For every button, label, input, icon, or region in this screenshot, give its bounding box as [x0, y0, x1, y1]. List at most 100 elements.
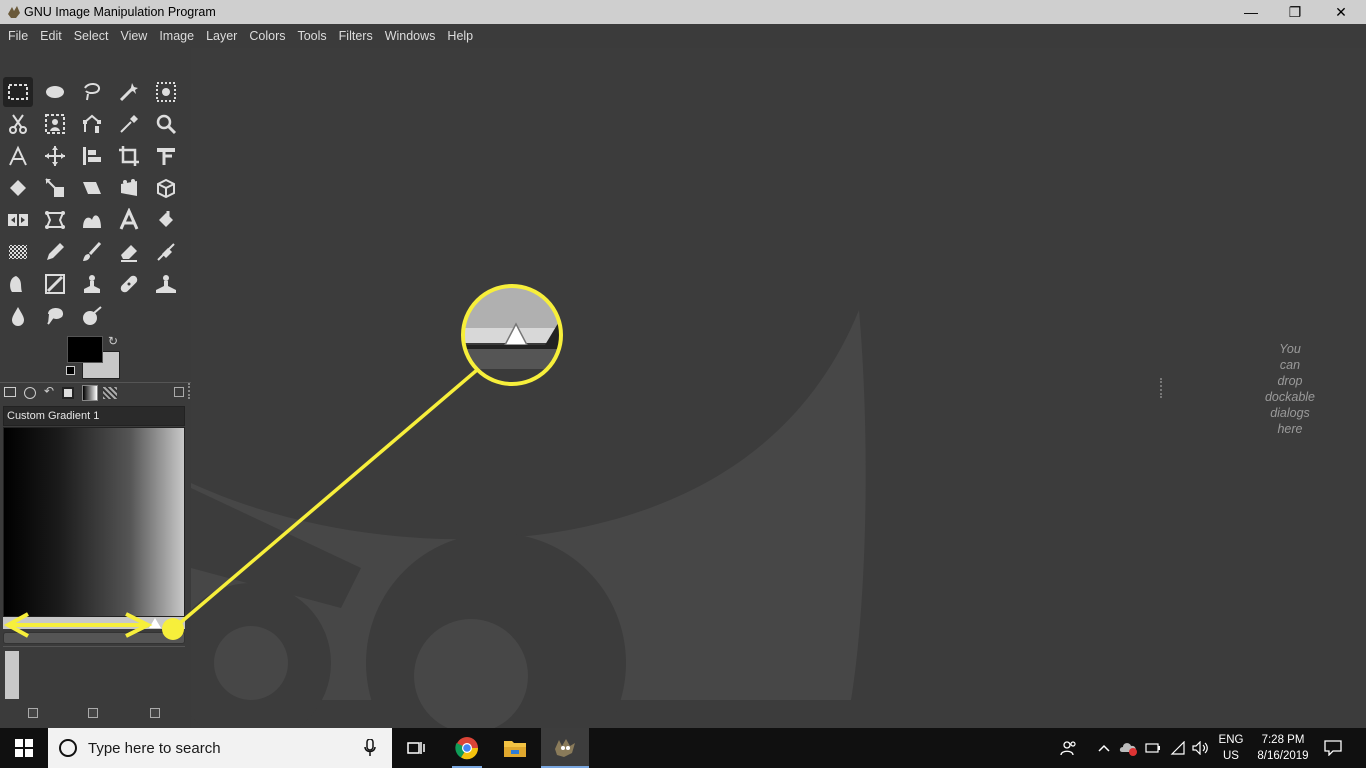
- restore-button[interactable]: ❐: [1272, 0, 1318, 24]
- taskbar: Type here to search ENG US 7:28 PM 8/16/20…: [0, 728, 1366, 768]
- people-button[interactable]: [1056, 728, 1082, 768]
- paths-icon[interactable]: [77, 109, 107, 139]
- file-explorer-taskbar-button[interactable]: [494, 728, 536, 768]
- eraser-icon[interactable]: [114, 237, 144, 267]
- menu-view[interactable]: View: [114, 29, 153, 43]
- onedrive-tray-button[interactable]: [1118, 728, 1140, 768]
- zoom-out-icon[interactable]: [28, 708, 38, 718]
- bucket-fill-icon[interactable]: [151, 205, 181, 235]
- taskbar-search-box[interactable]: Type here to search: [48, 728, 392, 768]
- paintbrush-icon[interactable]: [77, 237, 107, 267]
- task-view-button[interactable]: [396, 728, 436, 768]
- fuzzy-select-icon[interactable]: [114, 77, 144, 107]
- clone-icon[interactable]: [77, 269, 107, 299]
- rotate-icon[interactable]: [3, 173, 33, 203]
- device-status-tab-icon[interactable]: [24, 387, 36, 399]
- title-bar: GNU Image Manipulation Program — ❐ ✕: [0, 0, 1366, 24]
- flip-icon[interactable]: [3, 205, 33, 235]
- perspective-clone-icon[interactable]: [151, 269, 181, 299]
- menu-layer[interactable]: Layer: [200, 29, 243, 43]
- images-tab-icon[interactable]: [62, 387, 74, 399]
- heal-icon[interactable]: [114, 269, 144, 299]
- gradient-preview[interactable]: [3, 427, 185, 617]
- cloud-error-icon: [1119, 743, 1137, 756]
- menu-select[interactable]: Select: [68, 29, 115, 43]
- zoom-in-icon[interactable]: [88, 708, 98, 718]
- foreground-color-swatch[interactable]: [67, 336, 103, 363]
- select-by-color-icon[interactable]: [151, 77, 181, 107]
- rect-select-icon[interactable]: [3, 77, 33, 107]
- dock-divider-icon[interactable]: [188, 383, 190, 399]
- gradient-slider-handle[interactable]: [5, 651, 19, 699]
- airbrush-icon[interactable]: [151, 237, 181, 267]
- dock-menu-icon[interactable]: [174, 387, 184, 397]
- show-hidden-icons-button[interactable]: [1094, 728, 1114, 768]
- menu-filters[interactable]: Filters: [333, 29, 379, 43]
- minimize-button[interactable]: —: [1228, 0, 1274, 24]
- scale-icon[interactable]: [40, 173, 70, 203]
- battery-tray-button[interactable]: [1143, 728, 1163, 768]
- color-area: ↻: [64, 334, 126, 382]
- language-indicator[interactable]: ENG US: [1216, 732, 1246, 764]
- patterns-tab-icon[interactable]: [103, 387, 117, 399]
- smudge-icon[interactable]: [40, 301, 70, 331]
- gradient-icon[interactable]: [3, 237, 33, 267]
- gradient-editor-tab-icon[interactable]: [82, 385, 98, 401]
- foreground-select-icon[interactable]: [40, 109, 70, 139]
- cage-transform-icon[interactable]: [40, 205, 70, 235]
- blur-icon[interactable]: [3, 301, 33, 331]
- people-icon: [1060, 741, 1076, 756]
- pencil-icon[interactable]: [40, 237, 70, 267]
- dodge-burn-icon[interactable]: [77, 301, 107, 331]
- gimp-taskbar-button[interactable]: [541, 728, 589, 768]
- unified-transform-icon[interactable]: [151, 141, 181, 171]
- microphone-icon[interactable]: [364, 739, 376, 757]
- chrome-taskbar-button[interactable]: [446, 728, 488, 768]
- color-picker-icon[interactable]: [114, 109, 144, 139]
- zoom-all-icon[interactable]: [150, 708, 160, 718]
- mypaint-brush-icon[interactable]: [40, 269, 70, 299]
- clock[interactable]: 7:28 PM 8/16/2019: [1252, 732, 1314, 764]
- gradient-name-field[interactable]: Custom Gradient 1: [3, 406, 185, 426]
- action-center-button[interactable]: [1318, 728, 1348, 768]
- menu-bar: File Edit Select View Image Layer Colors…: [0, 24, 1366, 48]
- wifi-tray-button[interactable]: [1167, 728, 1189, 768]
- volume-tray-button[interactable]: [1190, 728, 1212, 768]
- tool-options-tab-icon[interactable]: [4, 387, 16, 397]
- gradient-scrollbar[interactable]: [3, 632, 185, 644]
- menu-colors[interactable]: Colors: [243, 29, 291, 43]
- default-colors-icon[interactable]: [66, 366, 75, 375]
- swap-colors-icon[interactable]: ↻: [108, 334, 118, 348]
- gradient-side-panel: [3, 646, 185, 716]
- close-button[interactable]: ✕: [1318, 0, 1364, 24]
- menu-help[interactable]: Help: [441, 29, 479, 43]
- menu-tools[interactable]: Tools: [291, 29, 332, 43]
- zoom-icon[interactable]: [151, 109, 181, 139]
- crop-icon[interactable]: [114, 141, 144, 171]
- ink-icon[interactable]: [3, 269, 33, 299]
- text-icon[interactable]: [114, 205, 144, 235]
- align-icon[interactable]: [77, 141, 107, 171]
- undo-history-tab-icon[interactable]: ↶: [44, 384, 54, 398]
- start-button[interactable]: [0, 728, 48, 768]
- measure-icon[interactable]: [3, 141, 33, 171]
- move-icon[interactable]: [40, 141, 70, 171]
- menu-windows[interactable]: Windows: [379, 29, 442, 43]
- shear-icon[interactable]: [77, 173, 107, 203]
- window-title: GNU Image Manipulation Program: [24, 5, 216, 19]
- canvas-divider[interactable]: [1160, 378, 1162, 398]
- menu-edit[interactable]: Edit: [34, 29, 68, 43]
- menu-file[interactable]: File: [2, 29, 34, 43]
- perspective-icon[interactable]: [114, 173, 144, 203]
- image-canvas-area[interactable]: [191, 48, 1366, 728]
- gimp-app-icon: [8, 6, 20, 18]
- wifi-icon: [1170, 741, 1185, 755]
- scissors-select-icon[interactable]: [3, 109, 33, 139]
- ellipse-select-icon[interactable]: [40, 77, 70, 107]
- warp-transform-icon[interactable]: [77, 205, 107, 235]
- chevron-up-icon: [1098, 744, 1110, 752]
- gradient-endpoint-stop[interactable]: [149, 618, 161, 628]
- free-select-icon[interactable]: [77, 77, 107, 107]
- menu-image[interactable]: Image: [153, 29, 200, 43]
- 3d-transform-icon[interactable]: [151, 173, 181, 203]
